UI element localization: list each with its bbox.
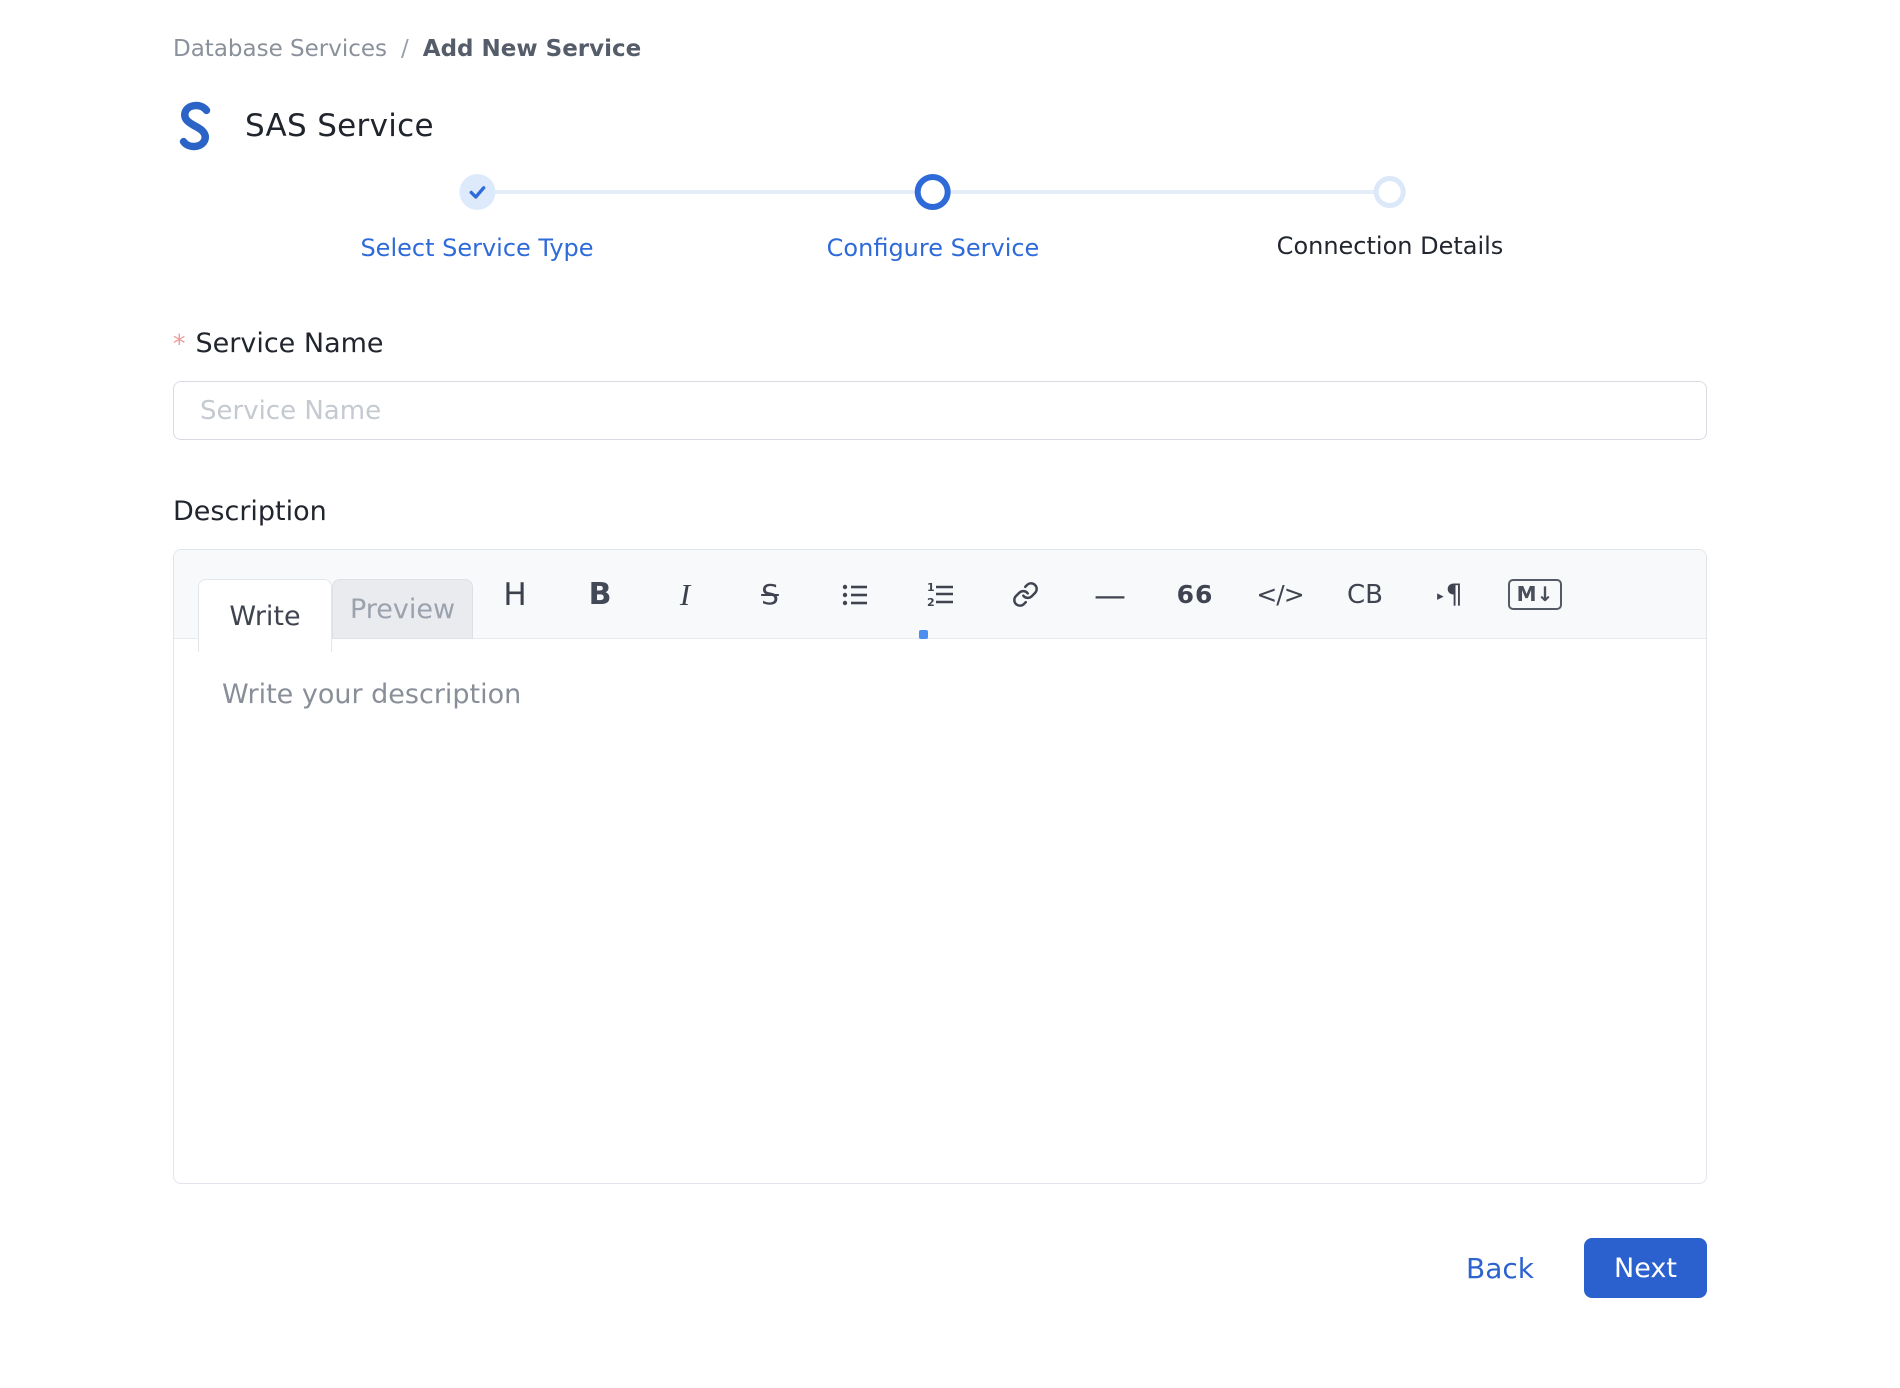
bulleted-list-button[interactable] [831,571,879,619]
heading-icon: H [503,577,526,613]
paragraph-button[interactable]: ▸¶ [1426,571,1474,619]
bold-icon: B [589,577,612,612]
code-block-icon: CB [1347,580,1383,610]
inline-code-button[interactable]: </> [1256,571,1304,619]
breadcrumb-database-services[interactable]: Database Services [173,36,387,62]
numbered-list-button[interactable]: 1 2 [916,571,964,619]
sas-logo-icon [173,101,217,151]
markdown-editor: Write Preview H B I S [173,549,1707,1184]
markdown-button[interactable]: M↓ [1511,571,1559,619]
italic-icon: I [680,577,690,613]
horizontal-rule-icon: — [1094,576,1126,614]
service-name-input[interactable] [173,381,1707,440]
horizontal-rule-button[interactable]: — [1086,571,1134,619]
breadcrumb: Database Services / Add New Service [173,36,1707,62]
step-select-service-type[interactable]: Select Service Type [360,174,593,262]
svg-text:1: 1 [927,581,935,594]
description-textarea[interactable]: Write your description [174,639,1706,1185]
quote-button[interactable]: 66 [1171,571,1219,619]
link-button[interactable] [1001,571,1049,619]
link-icon [1012,581,1039,608]
wizard-stepper: Select Service Type Configure Service Co… [173,174,1707,266]
paragraph-icon: ▸¶ [1437,579,1463,610]
back-button[interactable]: Back [1466,1252,1534,1285]
markdown-icon: M↓ [1508,579,1563,610]
paragraph-cursor-arrow: ▸ [1437,589,1444,604]
next-button[interactable]: Next [1584,1238,1707,1298]
quote-icon: 66 [1177,580,1214,609]
description-placeholder: Write your description [222,679,1658,710]
service-name-label: *Service Name [173,328,1707,359]
description-label: Description [173,496,1707,527]
step-active-icon [915,174,951,210]
step-completed-icon [459,174,495,210]
step-label-connection-details: Connection Details [1277,232,1504,260]
required-asterisk: * [173,329,186,358]
check-icon [467,182,487,202]
italic-button[interactable]: I [661,571,709,619]
strikethrough-icon: S [761,578,779,611]
page-header: SAS Service [173,100,1707,152]
step-pending-icon [1374,176,1406,208]
bold-button[interactable]: B [576,571,624,619]
wizard-actions: Back Next [173,1238,1707,1298]
page-title: SAS Service [245,108,434,144]
heading-button[interactable]: H [491,571,539,619]
breadcrumb-add-new-service: Add New Service [423,36,641,62]
step-configure-service[interactable]: Configure Service [827,174,1040,262]
svg-text:2: 2 [927,596,935,609]
step-label-configure-service: Configure Service [827,234,1040,262]
bulleted-list-icon [841,581,869,609]
numbered-list-icon: 1 2 [926,581,954,609]
step-label-select-service-type: Select Service Type [360,234,593,262]
numbered-list-active-indicator [919,630,928,639]
strikethrough-button[interactable]: S [746,571,794,619]
step-connection-details[interactable]: Connection Details [1277,174,1504,260]
inline-code-icon: </> [1256,580,1303,609]
tab-preview[interactable]: Preview [332,579,473,639]
editor-toolbar: H B I S [491,550,1559,639]
editor-toolbar-bar: Write Preview H B I S [174,550,1706,639]
breadcrumb-separator: / [401,36,409,62]
add-service-page: Database Services / Add New Service SAS … [0,0,1900,1298]
tab-write[interactable]: Write [198,579,332,652]
code-block-button[interactable]: CB [1341,571,1389,619]
